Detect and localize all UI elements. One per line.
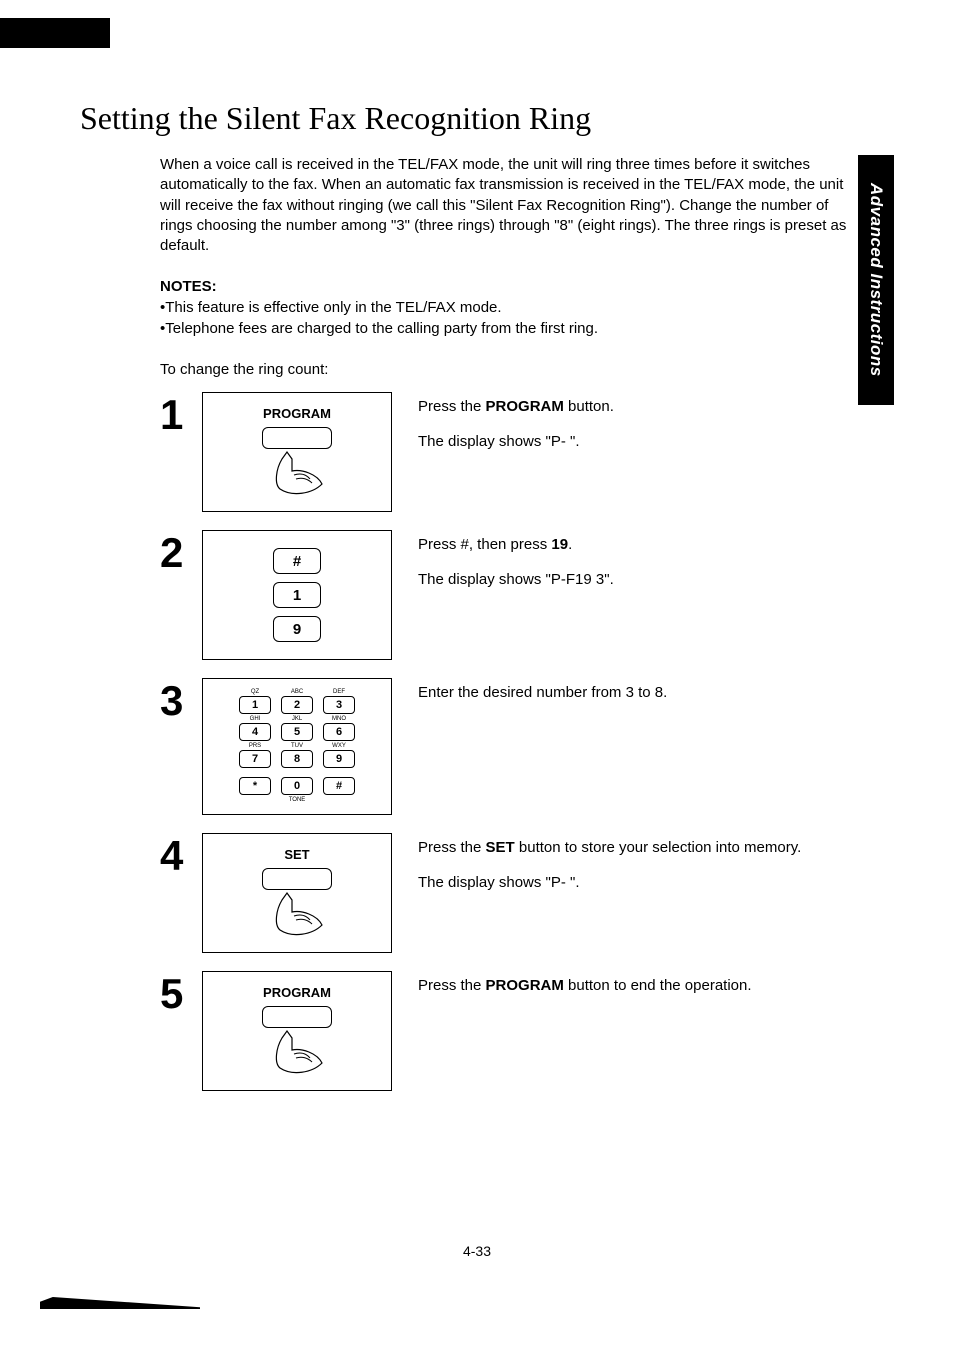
note-text: Telephone fees are charged to the callin… [165, 320, 598, 337]
key-label: MNO [332, 716, 346, 723]
key-label: GHI [250, 716, 261, 723]
text-line: The display shows "P-F19 3". [418, 569, 874, 590]
text-run: button to store your selection into memo… [515, 839, 802, 856]
key-label: QZ [251, 689, 259, 696]
notes-heading: NOTES: [160, 278, 874, 295]
intro-paragraph: When a voice call is received in the TEL… [160, 155, 854, 256]
key-hash-icon: # [273, 548, 321, 574]
keypad-key: 8 [281, 750, 313, 768]
key-label: TUV [291, 743, 303, 750]
text-bold: 19 [551, 536, 568, 553]
notes-list: •This feature is effective only in the T… [160, 297, 874, 339]
set-button-icon [262, 868, 332, 890]
keypad-key: 0 [281, 777, 313, 795]
step-number: 5 [160, 973, 202, 1015]
step-diagram: PROGRAM [202, 392, 392, 512]
text-run: button to end the operation. [564, 977, 752, 994]
note-text: This feature is effective only in the TE… [165, 299, 501, 316]
hand-icon [262, 890, 332, 940]
button-label: PROGRAM [263, 985, 331, 1000]
key-label: DEF [333, 689, 345, 696]
step-description: Press the PROGRAM button to end the oper… [418, 971, 874, 1010]
key-9-icon: 9 [273, 616, 321, 642]
scan-artifact-corner [0, 18, 110, 48]
step-number: 2 [160, 532, 202, 574]
note-item: •This feature is effective only in the T… [160, 297, 874, 318]
key-label: JKL [292, 716, 302, 723]
keypad-key: 3 [323, 696, 355, 714]
note-item: •Telephone fees are charged to the calli… [160, 318, 874, 339]
step-row: 1 PROGRAM Press the PROGRAM button. The … [160, 392, 874, 512]
step-description: Enter the desired number from 3 to 8. [418, 678, 874, 717]
key-label: WXY [332, 743, 346, 750]
step-row: 3 QZ1 ABC2 DEF3 GHI4 JKL5 MNO6 PRS7 TUV8… [160, 678, 874, 815]
key-label: ABC [291, 689, 303, 696]
text-bold: PROGRAM [486, 398, 564, 415]
step-diagram: SET [202, 833, 392, 953]
keypad-key: 4 [239, 723, 271, 741]
step-row: 2 # 1 9 Press #, then press 19. The disp… [160, 530, 874, 660]
step-diagram: QZ1 ABC2 DEF3 GHI4 JKL5 MNO6 PRS7 TUV8 W… [202, 678, 392, 815]
scan-artifact-bottom [40, 1297, 200, 1309]
program-button-icon [262, 427, 332, 449]
page-title: Setting the Silent Fax Recognition Ring [80, 100, 874, 137]
step-description: Press the PROGRAM button. The display sh… [418, 392, 874, 466]
step-row: 4 SET Press the SET button to store your… [160, 833, 874, 953]
keypad-bottom-label: TONE [289, 797, 306, 804]
text-run: Press the [418, 398, 486, 415]
key-1-icon: 1 [273, 582, 321, 608]
text-run: Press the [418, 977, 486, 994]
leadin-text: To change the ring count: [160, 361, 874, 378]
keypad-key: 2 [281, 696, 313, 714]
text-run: Press the [418, 839, 486, 856]
step-diagram: PROGRAM [202, 971, 392, 1091]
text-run: button. [564, 398, 614, 415]
text-bold: PROGRAM [486, 977, 564, 994]
steps-list: 1 PROGRAM Press the PROGRAM button. The … [160, 392, 874, 1091]
keypad-key: 5 [281, 723, 313, 741]
hand-icon [262, 449, 332, 499]
section-tab: Advanced Instructions [858, 155, 894, 405]
text-line: The display shows "P- ". [418, 431, 874, 452]
page-number: 4-33 [0, 1243, 954, 1259]
hand-icon [262, 1028, 332, 1078]
step-number: 4 [160, 835, 202, 877]
step-row: 5 PROGRAM Press the PROGRAM button to en… [160, 971, 874, 1091]
step-diagram: # 1 9 [202, 530, 392, 660]
keypad-key: 1 [239, 696, 271, 714]
keypad-key: * [239, 777, 271, 795]
button-label: SET [284, 847, 309, 862]
step-description: Press the SET button to store your selec… [418, 833, 874, 907]
step-number: 1 [160, 394, 202, 436]
step-number: 3 [160, 680, 202, 722]
text-run: . [568, 536, 572, 553]
program-button-icon [262, 1006, 332, 1028]
button-label: PROGRAM [263, 406, 331, 421]
keypad-key: # [323, 777, 355, 795]
key-label: PRS [249, 743, 261, 750]
keypad-key: 6 [323, 723, 355, 741]
text-bold: SET [486, 839, 515, 856]
keypad-key: 9 [323, 750, 355, 768]
keypad-icon: QZ1 ABC2 DEF3 GHI4 JKL5 MNO6 PRS7 TUV8 W… [237, 689, 357, 795]
keypad-key: 7 [239, 750, 271, 768]
text-line: The display shows "P- ". [418, 872, 874, 893]
text-run: Press #, then press [418, 536, 551, 553]
step-description: Press #, then press 19. The display show… [418, 530, 874, 604]
manual-page: Advanced Instructions Setting the Silent… [0, 0, 954, 1349]
text-run: Enter the desired number from 3 to 8. [418, 684, 667, 701]
